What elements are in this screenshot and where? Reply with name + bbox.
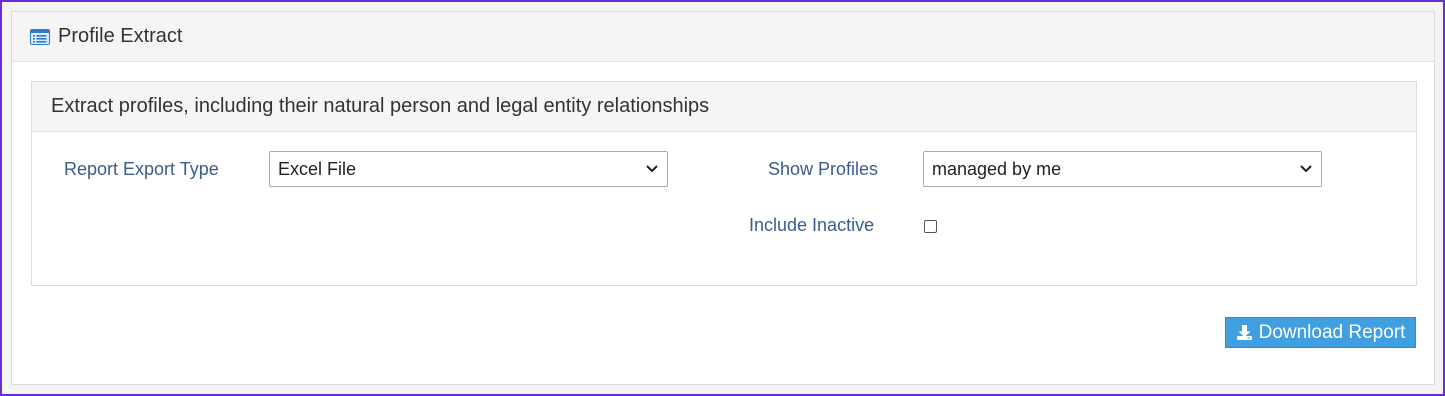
- export-type-value: Excel File: [278, 158, 357, 179]
- chevron-down-icon: [646, 165, 658, 173]
- profile-extract-panel: Profile Extract Extract profiles, includ…: [11, 11, 1435, 385]
- show-profiles-select[interactable]: managed by me: [923, 151, 1322, 187]
- download-report-label: Download Report: [1258, 321, 1406, 343]
- chevron-down-icon: [1300, 165, 1312, 173]
- export-type-label: Report Export Type: [64, 159, 219, 179]
- extract-section: Extract profiles, including their natura…: [31, 81, 1417, 286]
- include-inactive-checkbox[interactable]: [924, 220, 937, 233]
- section-title: Extract profiles, including their natura…: [51, 95, 710, 117]
- panel-title: Profile Extract: [58, 25, 183, 47]
- export-type-select[interactable]: Excel File: [269, 151, 668, 187]
- section-header: Extract profiles, including their natura…: [32, 82, 1416, 132]
- panel-header: Profile Extract: [12, 12, 1434, 62]
- include-inactive-label: Include Inactive: [749, 215, 875, 235]
- list-card-icon: [30, 28, 50, 45]
- show-profiles-label: Show Profiles: [768, 159, 879, 179]
- download-report-button[interactable]: Download Report: [1225, 317, 1416, 348]
- show-profiles-value: managed by me: [932, 158, 1062, 179]
- download-icon: [1236, 325, 1252, 340]
